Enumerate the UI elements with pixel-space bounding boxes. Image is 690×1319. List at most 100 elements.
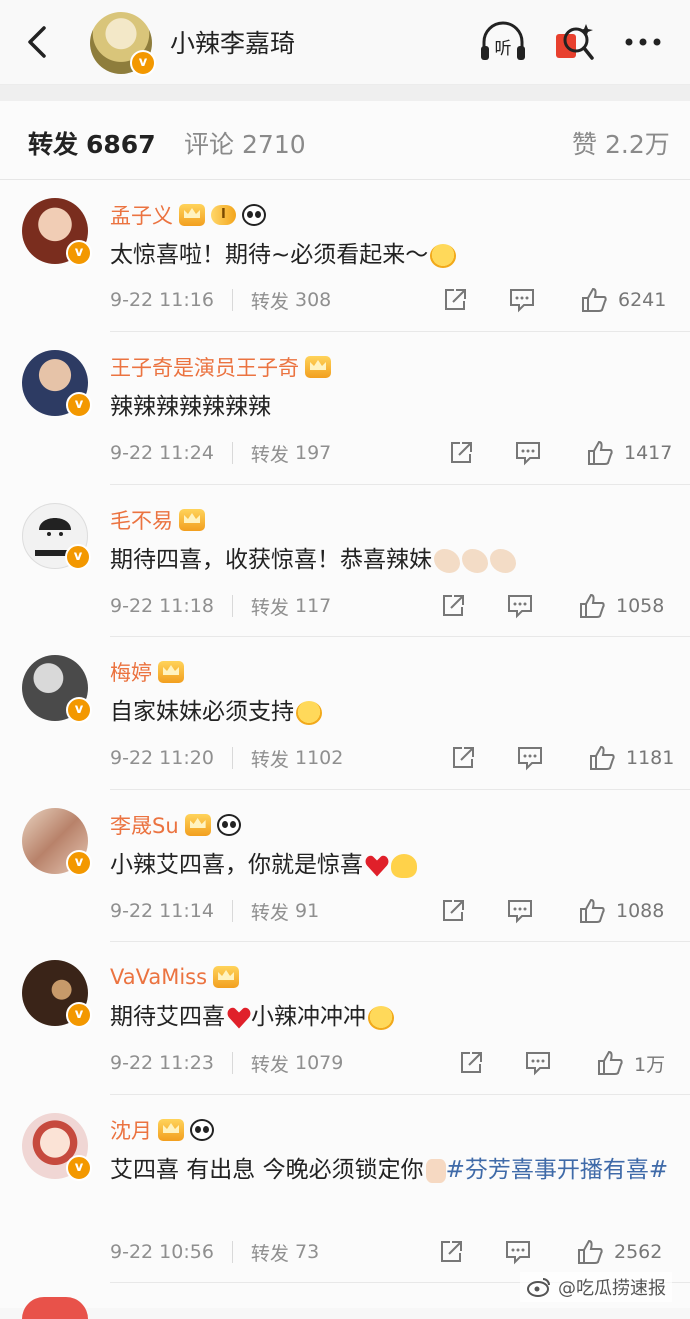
share-icon bbox=[443, 595, 464, 616]
magic-search-icon bbox=[556, 24, 594, 60]
like-button[interactable]: 1058 bbox=[578, 591, 664, 621]
tab-comments[interactable]: 评论 2710 bbox=[184, 125, 306, 161]
share-button[interactable] bbox=[440, 896, 466, 926]
tab-count: 2.2万 bbox=[605, 130, 670, 159]
avatar[interactable]: v bbox=[22, 503, 91, 570]
comment-body: 期待四喜，收获惊喜！恭喜辣妹 bbox=[110, 547, 432, 573]
avatar[interactable]: v bbox=[22, 350, 92, 418]
comment-button[interactable] bbox=[504, 1237, 532, 1267]
username[interactable]: 孟子义 bbox=[110, 200, 173, 230]
comment-icon bbox=[526, 1052, 550, 1076]
comment-body: 小辣艾四喜，你就是惊喜 bbox=[110, 852, 363, 878]
avatar[interactable]: v bbox=[22, 198, 92, 266]
comment-button[interactable] bbox=[514, 438, 542, 468]
panda-icon bbox=[190, 1119, 214, 1141]
username[interactable]: 王子奇是演员王子奇 bbox=[110, 352, 299, 382]
like-icon bbox=[580, 593, 605, 618]
username[interactable]: 梅婷 bbox=[110, 657, 152, 687]
back-arrow-icon[interactable] bbox=[20, 22, 54, 62]
share-icon bbox=[461, 1052, 482, 1073]
list-item[interactable]: v 孟子义 I 太惊喜啦！期待~必须看起来～ 9-22 11:16 转发 308… bbox=[0, 180, 690, 332]
list-item[interactable]: v 王子奇是演员王子奇 辣辣辣辣辣辣辣 9-22 11:24 转发 197 14… bbox=[0, 332, 690, 485]
like-button[interactable]: 6241 bbox=[580, 285, 666, 315]
more-button[interactable] bbox=[620, 20, 668, 64]
like-count: 2562 bbox=[614, 1241, 663, 1263]
comment-button[interactable] bbox=[506, 896, 534, 926]
comment-meta: 9-22 11:23 转发 1079 bbox=[110, 1048, 343, 1078]
like-count: 1万 bbox=[634, 1053, 666, 1076]
emoji-icon bbox=[368, 1005, 394, 1030]
magic-search-button[interactable] bbox=[552, 20, 600, 64]
verified-badge: v bbox=[65, 544, 91, 570]
repost-count: 1102 bbox=[294, 747, 344, 769]
like-icon bbox=[598, 1050, 623, 1075]
share-button[interactable] bbox=[448, 438, 474, 468]
share-button[interactable] bbox=[450, 743, 476, 773]
avatar[interactable]: v bbox=[22, 655, 92, 723]
share-button[interactable] bbox=[458, 1048, 484, 1078]
share-button[interactable] bbox=[438, 1237, 464, 1267]
comment-meta: 9-22 11:20 转发 1102 bbox=[110, 743, 343, 773]
listen-button[interactable]: 听 bbox=[478, 20, 526, 64]
username[interactable]: 沈月 bbox=[110, 1115, 152, 1145]
comment-icon bbox=[508, 900, 532, 924]
verified-badge: v bbox=[66, 1002, 92, 1028]
like-button[interactable]: 1088 bbox=[578, 896, 664, 926]
like-button[interactable]: 2562 bbox=[576, 1237, 662, 1267]
comment-text: 期待艾四喜 小辣冲冲冲 bbox=[110, 998, 670, 1036]
list-item[interactable]: v 李晟Su 小辣艾四喜，你就是惊喜 9-22 11:14 转发 91 1088 bbox=[0, 790, 690, 942]
username-row: 毛不易 bbox=[110, 505, 205, 535]
emoji-icon bbox=[296, 700, 322, 725]
tab-likes[interactable]: 赞 2.2万 bbox=[572, 125, 670, 161]
list-item[interactable]: v VaVaMiss 期待艾四喜 小辣冲冲冲 9-22 11:23 转发 1079… bbox=[0, 942, 690, 1095]
comment-body: 辣辣辣辣辣辣辣 bbox=[110, 394, 271, 420]
like-icon bbox=[590, 745, 615, 770]
like-button[interactable]: 1181 bbox=[588, 743, 674, 773]
username[interactable]: VaVaMiss bbox=[110, 965, 207, 989]
list-item[interactable]: v 沈月 艾四喜 有出息 今晚必须锁定你 #芬芳喜事开播有喜# 9-22 10:5… bbox=[0, 1095, 690, 1283]
topic-link[interactable]: #芬芳喜事开播有喜# bbox=[446, 1157, 669, 1183]
profile-avatar[interactable]: v bbox=[90, 12, 156, 76]
heart-icon bbox=[365, 855, 389, 877]
like-button[interactable]: 1417 bbox=[586, 438, 672, 468]
divider bbox=[231, 595, 233, 617]
tab-count: 6867 bbox=[86, 130, 156, 159]
list-item[interactable]: v 梅婷 自家妹妹必须支持 9-22 11:20 转发 1102 1181 bbox=[0, 637, 690, 790]
avatar[interactable]: v bbox=[22, 808, 92, 876]
watermark-text: @吃瓜捞速报 bbox=[558, 1278, 666, 1299]
more-icon bbox=[625, 38, 661, 46]
like-button[interactable]: 1万 bbox=[596, 1048, 665, 1078]
comment-button[interactable] bbox=[508, 285, 536, 315]
username[interactable]: 李晟Su bbox=[110, 810, 179, 840]
avatar[interactable]: v bbox=[22, 1113, 92, 1181]
repost-label: 转发 bbox=[250, 290, 289, 313]
share-icon bbox=[451, 442, 472, 463]
tab-count: 2710 bbox=[242, 130, 306, 159]
page-title[interactable]: 小辣李嘉琦 bbox=[170, 24, 295, 60]
comment-button[interactable] bbox=[516, 743, 544, 773]
comment-text: 辣辣辣辣辣辣辣 bbox=[110, 388, 670, 426]
comment-icon bbox=[518, 747, 542, 771]
like-count: 1181 bbox=[626, 747, 675, 769]
verified-badge: v bbox=[66, 240, 92, 266]
weibo-logo-icon bbox=[527, 1278, 550, 1297]
crown-icon bbox=[213, 966, 240, 988]
comment-body: 期待艾四喜 bbox=[110, 1004, 225, 1030]
share-button[interactable] bbox=[442, 285, 468, 315]
emoji-icon bbox=[430, 243, 457, 268]
share-button[interactable] bbox=[440, 591, 466, 621]
username[interactable]: 毛不易 bbox=[110, 505, 173, 535]
comment-icon bbox=[510, 289, 534, 313]
comment-button[interactable] bbox=[524, 1048, 552, 1078]
listen-label: 听 bbox=[495, 39, 512, 59]
divider bbox=[231, 1241, 233, 1263]
comment-icon bbox=[516, 442, 540, 466]
tab-bar: 转发 6867 评论 2710 赞 2.2万 bbox=[0, 101, 690, 180]
comment-button[interactable] bbox=[506, 591, 534, 621]
like-icon bbox=[588, 440, 613, 465]
comment-text: 期待四喜，收获惊喜！恭喜辣妹 bbox=[110, 541, 670, 579]
username-row: 孟子义 I bbox=[110, 200, 266, 230]
avatar[interactable]: v bbox=[22, 960, 92, 1028]
tab-reposts[interactable]: 转发 6867 bbox=[28, 125, 156, 161]
list-item[interactable]: v 毛不易 期待四喜，收获惊喜！恭喜辣妹 9-22 11:18 转发 117 1… bbox=[0, 485, 690, 637]
